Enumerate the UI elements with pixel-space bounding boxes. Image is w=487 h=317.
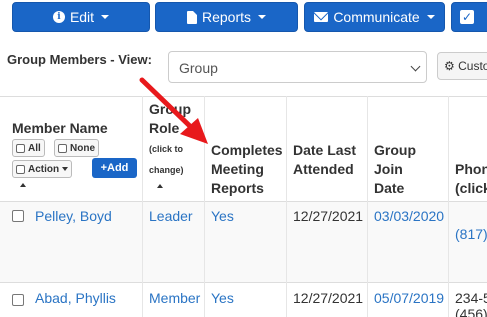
- envelope-icon: [314, 12, 329, 22]
- gear-icon: ⚙: [444, 59, 455, 73]
- action-label: Action: [28, 163, 60, 175]
- header-phone-line1[interactable]: Phon: [455, 160, 487, 179]
- checkbox-icon: [16, 143, 25, 153]
- select-none-label: None: [70, 142, 95, 154]
- customize-label: Custo: [458, 59, 487, 73]
- red-arrow-icon: [139, 77, 208, 144]
- reports-label: Reports: [201, 9, 252, 25]
- communicate-label: Communicate: [333, 9, 420, 25]
- reports-button[interactable]: Reports: [155, 2, 298, 32]
- sort-ascending-icon[interactable]: [157, 184, 163, 188]
- sort-ascending-icon[interactable]: [20, 183, 26, 187]
- header-join-line2[interactable]: Join: [374, 160, 403, 179]
- header-completes-line2[interactable]: Meeting: [211, 160, 264, 179]
- file-icon: [186, 10, 197, 24]
- member-name-link[interactable]: Abad, Phyllis: [35, 289, 116, 307]
- completes-reports-link[interactable]: Yes: [211, 289, 234, 307]
- edit-label: Edit: [69, 9, 95, 25]
- header-join-line3[interactable]: Date: [374, 179, 404, 198]
- group-role-link[interactable]: Member: [149, 289, 200, 307]
- row-separator: [0, 282, 487, 283]
- date-last-attended: 12/27/2021: [293, 208, 364, 224]
- header-phone-line2[interactable]: (click: [455, 179, 487, 198]
- header-member-name[interactable]: Member Name: [12, 119, 108, 138]
- edit-button[interactable]: i Edit: [12, 2, 150, 32]
- table-top-border: [0, 96, 487, 97]
- completes-reports-link[interactable]: Yes: [211, 207, 234, 225]
- caret-down-icon: [62, 167, 69, 171]
- header-date-last-line2[interactable]: Attended: [293, 160, 354, 179]
- header-group-role-hint2: change): [149, 165, 184, 175]
- checkbox-icon: [16, 164, 25, 174]
- phone-text-line2: (456): [455, 306, 487, 317]
- checkbox-icon: [58, 143, 67, 153]
- header-completes-line3[interactable]: Reports: [211, 179, 264, 198]
- caret-down-icon: [426, 15, 435, 19]
- date-last-attended: 12/27/2021: [293, 290, 364, 306]
- select-none-button[interactable]: None: [54, 139, 99, 157]
- header-separator: [0, 201, 487, 202]
- chevron-down-icon: [410, 61, 421, 72]
- add-member-button[interactable]: +Add: [92, 158, 137, 178]
- caret-down-icon: [258, 15, 267, 19]
- action-button[interactable]: Action: [12, 160, 73, 178]
- column-divider: [448, 96, 449, 317]
- select-all-label: All: [28, 142, 41, 154]
- row-checkbox[interactable]: [12, 210, 24, 222]
- select-all-button[interactable]: All: [12, 139, 45, 157]
- info-icon: i: [52, 11, 65, 23]
- communicate-button[interactable]: Communicate: [304, 2, 445, 32]
- row-checkbox[interactable]: [12, 294, 24, 306]
- header-join-line1[interactable]: Group: [374, 141, 416, 160]
- group-role-link[interactable]: Leader: [149, 207, 193, 225]
- caret-down-icon: [101, 15, 110, 19]
- toolbar: i Edit Reports Communicate ✓: [0, 2, 487, 32]
- column-divider: [286, 96, 287, 317]
- phone-link[interactable]: (817): [455, 225, 487, 243]
- tasks-button[interactable]: ✓: [451, 2, 487, 32]
- header-date-last-line1[interactable]: Date Last: [293, 141, 356, 160]
- customize-button[interactable]: ⚙ Custo: [437, 52, 487, 80]
- member-name-link[interactable]: Pelley, Boyd: [35, 207, 112, 225]
- checkbox-icon: ✓: [460, 10, 474, 24]
- arrow-shaft: [139, 77, 197, 133]
- join-date-link[interactable]: 03/03/2020: [374, 207, 444, 225]
- header-completes-line1[interactable]: Completes: [211, 141, 283, 160]
- view-label: Group Members - View:: [7, 52, 152, 67]
- join-date-link[interactable]: 05/07/2019: [374, 289, 444, 307]
- column-divider: [367, 96, 368, 317]
